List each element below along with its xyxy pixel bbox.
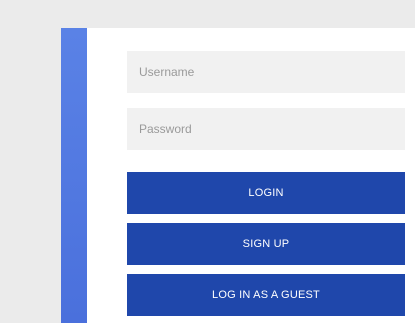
username-input[interactable]: [127, 51, 405, 93]
login-card: LOGIN SIGN UP LOG IN AS A GUEST: [87, 28, 415, 323]
signup-button[interactable]: SIGN UP: [127, 223, 405, 265]
login-button[interactable]: LOGIN: [127, 172, 405, 214]
guest-login-button[interactable]: LOG IN AS A GUEST: [127, 274, 405, 316]
password-input[interactable]: [127, 108, 405, 150]
accent-strip: [61, 28, 87, 323]
